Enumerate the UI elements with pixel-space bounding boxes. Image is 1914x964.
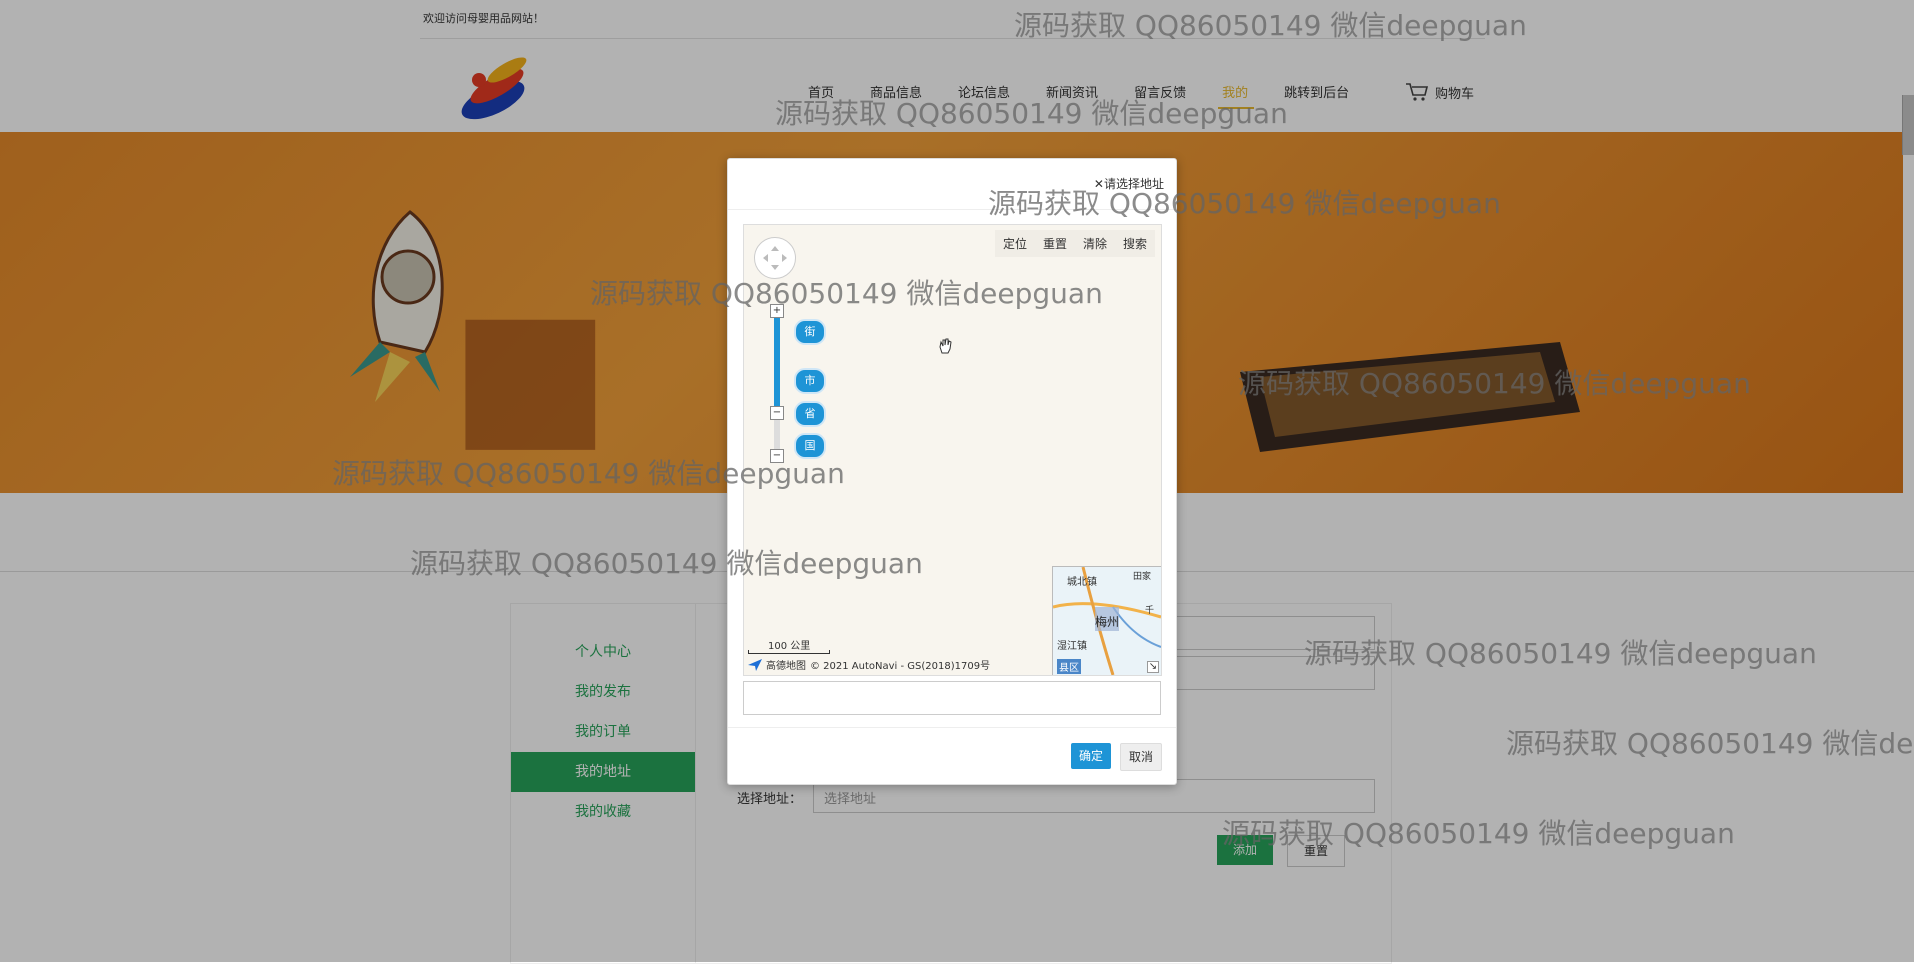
confirm-button[interactable]: 确定	[1071, 743, 1111, 769]
overview-minimap[interactable]: 城北镇 梅州 田家 湿江镇 县区 千 ↘	[1052, 566, 1161, 675]
map-reset-button[interactable]: 重置	[1035, 230, 1075, 257]
hand-cursor-icon	[939, 338, 952, 354]
zoom-level-fill	[774, 310, 780, 410]
map-attribution: 高德地图 © 2021 AutoNavi - GS(2018)1709号	[748, 657, 990, 672]
watermark: 源码获取 QQ86050149 微信deepguan	[332, 457, 845, 490]
watermark: 源码获取 QQ86050149 微信deepguan	[1238, 367, 1751, 400]
watermark: 源码获取 QQ86050149 微信deepguan	[410, 547, 923, 580]
minimap-label-tianjia: 田家	[1133, 572, 1152, 582]
address-search-input[interactable]	[743, 681, 1161, 715]
watermark: 源码获取 QQ86050149 微信deepguan	[1506, 727, 1914, 760]
watermark: 源码获取 QQ86050149 微信deepguan	[988, 187, 1501, 220]
map-copyright: © 2021 AutoNavi - GS(2018)1709号	[810, 661, 991, 672]
zoom-handle[interactable]: −	[770, 406, 784, 420]
dialog-footer-divider	[728, 727, 1176, 728]
minimap-label-chengbei: 城北镇	[1067, 577, 1097, 588]
watermark: 源码获取 QQ86050149 微信deepguan	[1014, 9, 1527, 42]
amap-logo-icon	[748, 658, 762, 671]
minimap-label-county: 县区	[1057, 659, 1081, 674]
zoom-level-city[interactable]: 市	[794, 368, 826, 394]
minimap-label-qian: 千	[1145, 606, 1155, 616]
minimap-label-shijiang: 湿江镇	[1057, 641, 1087, 652]
map-locate-button[interactable]: 定位	[995, 230, 1035, 257]
watermark: 源码获取 QQ86050149 微信deepguan	[1222, 817, 1735, 850]
watermark: 源码获取 QQ86050149 微信deepguan	[1304, 637, 1817, 670]
minimap-toggle-icon[interactable]: ↘	[1147, 661, 1159, 673]
map-brand: 高德地图	[766, 661, 806, 672]
zoom-level-street[interactable]: 街	[794, 319, 826, 345]
map-toolbar: 定位 重置 清除 搜索	[994, 230, 1155, 257]
map-clear-button[interactable]: 清除	[1075, 230, 1115, 257]
watermark: 源码获取 QQ86050149 微信deepguan	[590, 277, 1103, 310]
watermark: 源码获取 QQ86050149 微信deepguan	[775, 97, 1288, 130]
zoom-level-province[interactable]: 省	[794, 401, 826, 427]
minimap-label-meizhou: 梅州	[1095, 615, 1120, 629]
map-search-button[interactable]: 搜索	[1115, 230, 1155, 257]
map-scale-bar	[748, 650, 830, 654]
cancel-button[interactable]: 取消	[1120, 743, 1162, 771]
